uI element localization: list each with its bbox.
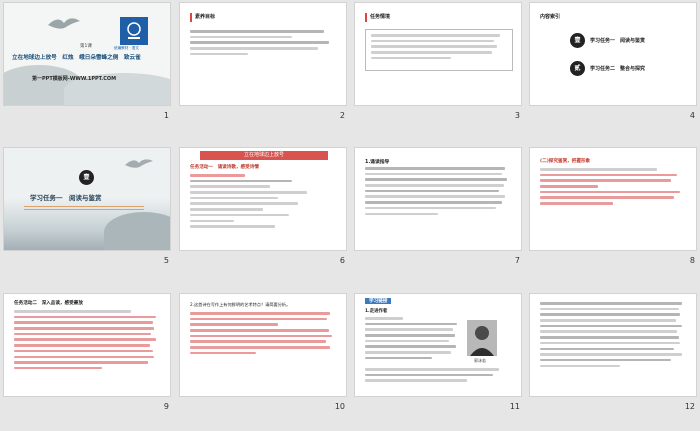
slide-number: 4 — [689, 111, 695, 120]
slide-heading: 任务活动二 深入品读，感受豪放 — [14, 301, 83, 306]
slide-thumbnail[interactable]: 壹 学习任务一 阅读与鉴赏 5 — [3, 147, 171, 273]
banner: 立在地球边上放号 — [200, 151, 328, 160]
slide-preview: 2.这首诗在写作上有何鲜明的艺术特点？请简要分析。 — [179, 293, 347, 397]
slide-preview — [529, 293, 697, 397]
section-badge-icon: 壹 — [570, 33, 585, 48]
slide-thumbnail[interactable]: 1.诵读指导 7 — [354, 147, 522, 273]
slide-number: 11 — [509, 402, 520, 411]
slide-heading: 内容索引 — [540, 14, 561, 20]
slide-preview: 素养目标 — [179, 2, 347, 106]
title-divider — [24, 206, 144, 210]
slide-preview: 学习链接 1.走进作者 郭沫若 — [354, 293, 522, 397]
slide-number: 6 — [339, 256, 345, 265]
body-text — [365, 368, 511, 385]
slide-thumbnail[interactable]: 统编教材 · 语文 第1课 立在地球边上放号 红烛 峨日朵雪峰之侧 致云雀 第一… — [3, 2, 171, 128]
body-text — [190, 174, 336, 231]
slide-thumbnail[interactable]: (二)探究鉴赏，把握形象 8 — [529, 147, 697, 273]
body-text — [190, 312, 336, 358]
toc-item[interactable]: 学习任务一 阅读与鉴赏 — [590, 37, 645, 44]
slide-heading: 任务情境 — [370, 14, 391, 20]
slide-preview: 内容索引 壹 学习任务一 阅读与鉴赏 贰 学习任务二 整合与探究 — [529, 2, 697, 106]
slide-thumbnail[interactable]: 12 — [529, 293, 697, 419]
slide-heading: (二)探究鉴赏，把握形象 — [540, 159, 591, 164]
slide-number: 8 — [689, 256, 695, 265]
lesson-tag: 第1课 — [80, 44, 92, 49]
slide-heading: 2.这首诗在写作上有何鲜明的艺术特点？请简要分析。 — [190, 302, 291, 307]
body-text — [365, 317, 461, 363]
slide-thumbnail[interactable]: 内容索引 壹 学习任务一 阅读与鉴赏 贰 学习任务二 整合与探究 4 — [529, 2, 697, 128]
body-text — [14, 310, 160, 373]
body-text — [540, 302, 686, 370]
slide-heading: 任务活动一 诵读诗歌，感受诗情 — [190, 165, 259, 170]
slide-thumbnail[interactable]: 任务情境 3 — [354, 2, 522, 128]
slide-preview: 1.诵读指导 — [354, 147, 522, 251]
bird-icon — [124, 156, 154, 175]
slide-thumbnail[interactable]: 2.这首诗在写作上有何鲜明的艺术特点？请简要分析。 10 — [179, 293, 347, 419]
slide-preview: 统编教材 · 语文 第1课 立在地球边上放号 红烛 峨日朵雪峰之侧 致云雀 第一… — [3, 2, 171, 106]
bird-icon — [46, 15, 82, 33]
heading-marker — [190, 13, 192, 22]
slide-number: 10 — [334, 402, 345, 411]
slide-preview: (二)探究鉴赏，把握形象 — [529, 147, 697, 251]
slide-preview: 立在地球边上放号 任务活动一 诵读诗歌，感受诗情 — [179, 147, 347, 251]
slide-thumbnail[interactable]: 学习链接 1.走进作者 郭沫若 11 — [354, 293, 522, 419]
body-text — [190, 30, 336, 58]
slide-number: 7 — [514, 256, 520, 265]
section-title: 学习任务一 阅读与鉴赏 — [30, 194, 102, 202]
slide-number: 3 — [514, 111, 520, 120]
body-text — [540, 168, 686, 208]
slide-title: 立在地球边上放号 红烛 峨日朵雪峰之侧 致云雀 — [12, 55, 141, 61]
slide-subheading: 1.走进作者 — [365, 309, 388, 314]
slide-number: 1 — [163, 111, 169, 120]
slide-heading: 1.诵读指导 — [365, 160, 390, 165]
logo-badge — [120, 17, 148, 45]
section-badge-icon: 壹 — [79, 170, 94, 185]
logo-caption: 统编教材 · 语文 — [114, 46, 139, 50]
slide-number: 2 — [339, 111, 345, 120]
slide-heading: 素养目标 — [195, 14, 216, 20]
body-text — [371, 34, 505, 62]
watermark-text: 第一PPT模板网-WWW.1PPT.COM — [32, 76, 117, 82]
mountain-image — [104, 212, 170, 250]
slide-thumbnail[interactable]: 立在地球边上放号 任务活动一 诵读诗歌，感受诗情 6 — [179, 147, 347, 273]
body-text — [365, 167, 511, 218]
slide-preview: 壹 学习任务一 阅读与鉴赏 — [3, 147, 171, 251]
section-badge-icon: 贰 — [570, 61, 585, 76]
toc-item[interactable]: 学习任务二 整合与探究 — [590, 65, 645, 72]
slide-number: 9 — [163, 402, 169, 411]
slide-heading: 学习链接 — [365, 298, 392, 304]
slide-number: 5 — [163, 256, 169, 265]
slide-preview: 任务活动二 深入品读，感受豪放 — [3, 293, 171, 397]
slide-thumbnail[interactable]: 任务活动二 深入品读，感受豪放 9 — [3, 293, 171, 419]
slide-thumbnail[interactable]: 素养目标 2 — [179, 2, 347, 128]
slide-preview: 任务情境 — [354, 2, 522, 106]
author-photo — [467, 320, 497, 356]
slide-number: 12 — [684, 402, 695, 411]
heading-marker — [365, 13, 367, 22]
photo-caption: 郭沫若 — [474, 358, 486, 363]
